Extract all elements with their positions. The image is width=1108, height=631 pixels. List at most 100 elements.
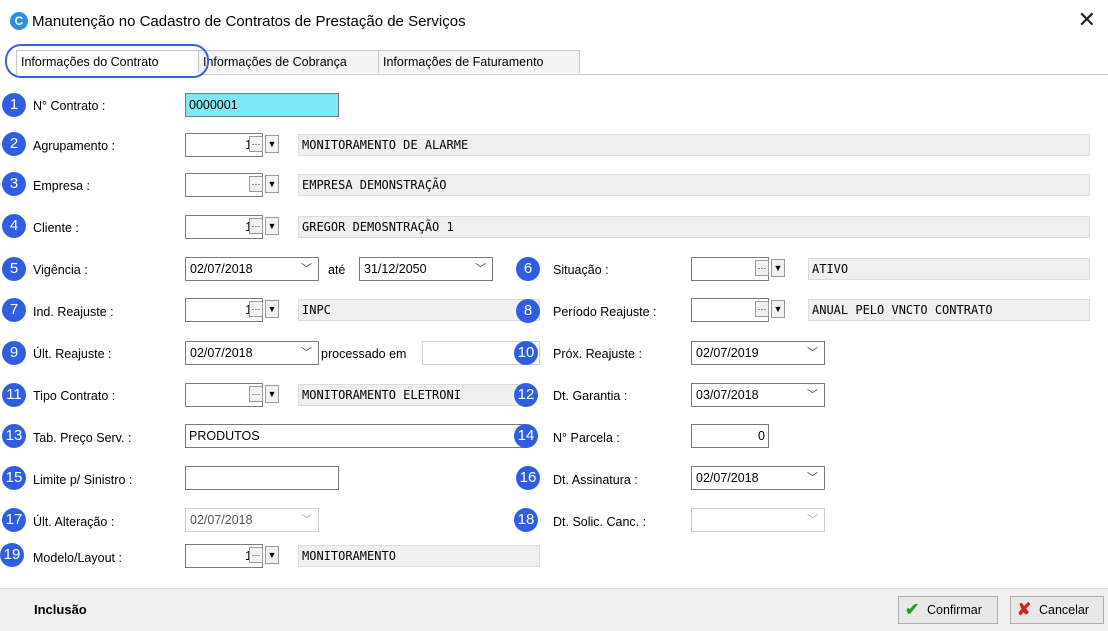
chevron-down-icon[interactable]: ﹀ xyxy=(301,342,312,364)
tab-preco-input[interactable]: PRODUTOS xyxy=(185,424,526,448)
label-ate: até xyxy=(328,263,346,277)
cliente-lookup: 16 ··· ▼ xyxy=(185,215,299,239)
chevron-down-icon[interactable]: ﹀ xyxy=(301,258,312,280)
label-empresa: Empresa : xyxy=(33,179,90,193)
ellipsis-icon[interactable]: ··· xyxy=(249,218,263,234)
label-dt-garantia: Dt. Garantia : xyxy=(553,389,628,403)
badge-4: 4 xyxy=(2,214,26,238)
ult-alteracao-value: 02/07/2018 xyxy=(190,513,253,527)
ellipsis-icon[interactable]: ··· xyxy=(249,301,263,317)
label-agrupamento: Agrupamento : xyxy=(33,139,115,153)
app-icon: C xyxy=(10,12,28,30)
empresa-lookup: 1 ··· ▼ xyxy=(185,173,299,197)
dt-garantia-date[interactable]: 03/07/2018 ﹀ xyxy=(691,383,825,407)
label-ult-alteracao: Últ. Alteração : xyxy=(33,515,115,529)
tab-informacoes-cobranca[interactable]: Informações de Cobrança xyxy=(198,50,382,73)
dt-solic-canc-date: ﹀ xyxy=(691,508,825,532)
badge-6: 6 xyxy=(516,257,540,281)
situacao-lookup: 1 ··· ▼ xyxy=(691,257,805,281)
badge-18: 18 xyxy=(514,508,538,532)
ellipsis-icon[interactable]: ··· xyxy=(755,260,769,276)
label-dt-assinatura: Dt. Assinatura : xyxy=(553,473,638,487)
ind-reajuste-lookup: 16 ··· ▼ xyxy=(185,298,299,322)
chevron-down-icon[interactable]: ﹀ xyxy=(807,384,818,406)
cancel-label: Cancelar xyxy=(1039,603,1090,617)
badge-1: 1 xyxy=(2,93,26,117)
dropdown-arrow-icon[interactable]: ▼ xyxy=(771,300,785,318)
label-dt-solic-canc: Dt. Solic. Canc. : xyxy=(553,515,647,529)
ellipsis-icon[interactable]: ··· xyxy=(755,301,769,317)
chevron-down-icon: ﹀ xyxy=(807,514,818,526)
prox-reajuste-date[interactable]: 02/07/2019 ﹀ xyxy=(691,341,825,365)
ellipsis-icon[interactable]: ··· xyxy=(249,547,263,563)
tipo-contrato-description: MONITORAMENTO ELETRONI xyxy=(298,384,526,406)
label-limite-sinistro: Limite p/ Sinistro : xyxy=(33,473,133,487)
contrato-input[interactable]: 0000001 xyxy=(185,93,339,117)
badge-19: 19 xyxy=(0,543,24,567)
badge-16: 16 xyxy=(516,466,540,490)
label-contrato: N° Contrato : xyxy=(33,99,106,113)
dropdown-arrow-icon[interactable]: ▼ xyxy=(265,135,279,153)
ult-reajuste-value: 02/07/2018 xyxy=(190,346,253,360)
label-parcela: N° Parcela : xyxy=(553,431,620,445)
dropdown-arrow-icon[interactable]: ▼ xyxy=(265,385,279,403)
vigencia-to-value: 31/12/2050 xyxy=(364,262,427,276)
badge-9: 9 xyxy=(2,341,26,365)
agrupamento-lookup: 19 ··· ▼ xyxy=(185,133,299,157)
status-bar: Inclusão ✔ Confirmar ✘ Cancelar xyxy=(0,588,1108,631)
label-cliente: Cliente : xyxy=(33,221,79,235)
modelo-layout-lookup: 16 ··· ▼ xyxy=(185,544,299,568)
parcela-input[interactable]: 0 xyxy=(691,424,769,448)
dropdown-arrow-icon[interactable]: ▼ xyxy=(265,217,279,235)
label-ind-reajuste: Ind. Reajuste : xyxy=(33,305,114,319)
dropdown-arrow-icon[interactable]: ▼ xyxy=(771,259,785,277)
label-ult-reajuste: Últ. Reajuste : xyxy=(33,347,112,361)
periodo-reajuste-lookup: 8 ··· ▼ xyxy=(691,298,805,322)
agrupamento-description: MONITORAMENTO DE ALARME xyxy=(298,134,1090,156)
ellipsis-icon[interactable]: ··· xyxy=(249,386,263,402)
dropdown-arrow-icon[interactable]: ▼ xyxy=(265,300,279,318)
cliente-description: GREGOR DEMOSNTRAÇÃO 1 xyxy=(298,216,1090,238)
label-modelo-layout: Modelo/Layout : xyxy=(33,551,122,565)
vigencia-from-date[interactable]: 02/07/2018 ﹀ xyxy=(185,257,319,281)
badge-2: 2 xyxy=(2,132,26,156)
confirm-label: Confirmar xyxy=(927,603,982,617)
ellipsis-icon[interactable]: ··· xyxy=(249,136,263,152)
badge-15: 15 xyxy=(2,466,26,490)
chevron-down-icon[interactable]: ﹀ xyxy=(475,258,486,280)
confirm-button[interactable]: ✔ Confirmar xyxy=(898,596,998,624)
tab-informacoes-faturamento[interactable]: Informações de Faturamento xyxy=(378,50,580,73)
dt-assinatura-value: 02/07/2018 xyxy=(696,471,759,485)
prox-reajuste-value: 02/07/2019 xyxy=(696,346,759,360)
badge-13: 13 xyxy=(2,424,26,448)
vigencia-to-date[interactable]: 31/12/2050 ﹀ xyxy=(359,257,493,281)
badge-12: 12 xyxy=(514,383,538,407)
cross-icon: ✘ xyxy=(1017,600,1032,619)
label-situacao: Situação : xyxy=(553,263,609,277)
chevron-down-icon: ﹀ xyxy=(301,514,312,526)
ind-reajuste-description: INPC xyxy=(298,299,540,321)
badge-8: 8 xyxy=(516,299,540,323)
vigencia-from-value: 02/07/2018 xyxy=(190,262,253,276)
status-mode: Inclusão xyxy=(34,602,87,617)
modelo-layout-description: MONITORAMENTO xyxy=(298,545,540,567)
badge-10: 10 xyxy=(514,341,538,365)
chevron-down-icon[interactable]: ﹀ xyxy=(807,342,818,364)
close-icon[interactable]: ✕ xyxy=(1078,9,1096,31)
dropdown-arrow-icon[interactable]: ▼ xyxy=(265,175,279,193)
dt-assinatura-date[interactable]: 02/07/2018 ﹀ xyxy=(691,466,825,490)
ellipsis-icon[interactable]: ··· xyxy=(249,176,263,192)
limite-sinistro-input[interactable] xyxy=(185,466,339,490)
badge-5: 5 xyxy=(2,257,26,281)
dialog-window: C Manutenção no Cadastro de Contratos de… xyxy=(0,0,1108,631)
ult-reajuste-date[interactable]: 02/07/2018 ﹀ xyxy=(185,341,319,365)
cancel-button[interactable]: ✘ Cancelar xyxy=(1010,596,1104,624)
badge-11: 11 xyxy=(2,383,26,407)
checkmark-icon: ✔ xyxy=(905,600,920,619)
badge-14: 14 xyxy=(514,424,538,448)
title-bar: C Manutenção no Cadastro de Contratos de… xyxy=(0,0,1108,44)
dropdown-arrow-icon[interactable]: ▼ xyxy=(265,546,279,564)
chevron-down-icon[interactable]: ﹀ xyxy=(807,467,818,489)
periodo-reajuste-description: ANUAL PELO VNCTO CONTRATO xyxy=(808,299,1090,321)
tab-highlight-ring xyxy=(5,44,209,78)
